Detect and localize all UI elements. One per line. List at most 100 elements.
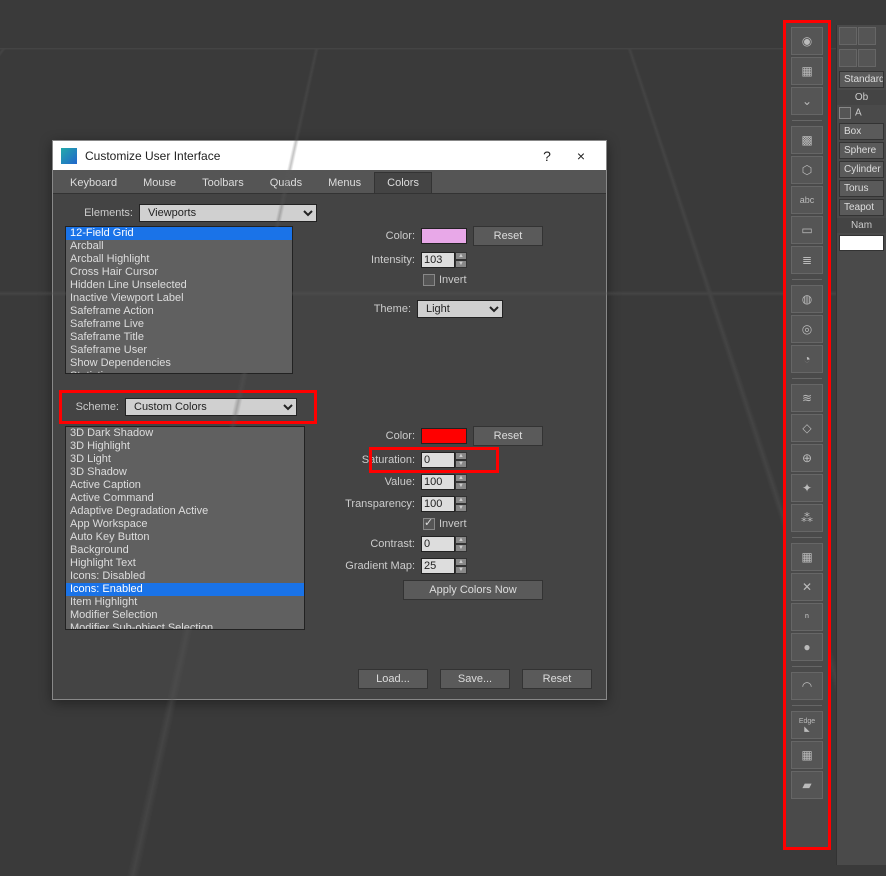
- list-item[interactable]: Adaptive Degradation Active: [66, 505, 304, 518]
- standard-primitives-dropdown[interactable]: Standard Pr: [839, 71, 884, 88]
- scatter-icon[interactable]: ✦: [791, 474, 823, 502]
- list-item[interactable]: Show Dependencies: [66, 357, 292, 370]
- invert-checkbox[interactable]: [423, 274, 435, 286]
- list-settings-icon[interactable]: ≣: [791, 246, 823, 274]
- chevrons-down-icon[interactable]: ⌄: [791, 87, 823, 115]
- ground-icon[interactable]: ▰: [791, 771, 823, 799]
- panel-tab-icon[interactable]: [839, 27, 857, 45]
- list-item[interactable]: 3D Dark Shadow: [66, 427, 304, 440]
- contrast-label: Contrast:: [323, 538, 415, 550]
- abc-text-icon[interactable]: abc: [791, 186, 823, 214]
- name-input[interactable]: [839, 235, 884, 251]
- autogrid-label: A: [855, 108, 862, 119]
- primitive-box-button[interactable]: Box: [839, 123, 884, 140]
- boolean-icon[interactable]: ⊕: [791, 444, 823, 472]
- tab-quads[interactable]: Quads: [257, 172, 315, 193]
- primitive-cylinder-button[interactable]: Cylinder: [839, 161, 884, 178]
- viewport-grid: [0, 0, 886, 48]
- list-item[interactable]: Highlight Text: [66, 557, 304, 570]
- help-button[interactable]: ?: [530, 145, 564, 167]
- invert2-label: Invert: [439, 518, 467, 530]
- sphere-icon[interactable]: ●: [791, 633, 823, 661]
- list-item[interactable]: App Workspace: [66, 518, 304, 531]
- tab-menus[interactable]: Menus: [315, 172, 374, 193]
- arc-icon[interactable]: ◠: [791, 672, 823, 700]
- elements-listbox[interactable]: 12-Field GridArcballArcball HighlightCro…: [65, 226, 293, 374]
- reset-color-button[interactable]: Reset: [473, 226, 543, 246]
- light-rig-icon[interactable]: ◍: [791, 285, 823, 313]
- list-item[interactable]: Background: [66, 544, 304, 557]
- protractor-icon[interactable]: ◔: [791, 345, 823, 373]
- xform-icon[interactable]: ✕: [791, 573, 823, 601]
- panel-tab-icon[interactable]: [858, 27, 876, 45]
- list-item[interactable]: Auto Key Button: [66, 531, 304, 544]
- list-item[interactable]: Safeframe Action: [66, 305, 292, 318]
- gradientmap-label: Gradient Map:: [323, 560, 415, 572]
- snap-vertex-icon[interactable]: ◇: [791, 414, 823, 442]
- tab-keyboard[interactable]: Keyboard: [57, 172, 130, 193]
- color-swatch[interactable]: [421, 228, 467, 244]
- color2-swatch[interactable]: [421, 428, 467, 444]
- array-icon[interactable]: ▦: [791, 543, 823, 571]
- list-item[interactable]: 3D Highlight: [66, 440, 304, 453]
- list-item[interactable]: Inactive Viewport Label: [66, 292, 292, 305]
- save-button[interactable]: Save...: [440, 669, 510, 689]
- panel-tab-icon[interactable]: [858, 49, 876, 67]
- list-item[interactable]: Icons: Disabled: [66, 570, 304, 583]
- tab-toolbars[interactable]: Toolbars: [189, 172, 257, 193]
- list-item[interactable]: Modifier Selection: [66, 609, 304, 622]
- list-item[interactable]: Modifier Sub-object Selection: [66, 622, 304, 630]
- autogrid-checkbox[interactable]: [839, 107, 851, 119]
- value-spinner[interactable]: ▲▼: [421, 474, 467, 490]
- list-item[interactable]: 3D Shadow: [66, 466, 304, 479]
- caption-icon[interactable]: ▭: [791, 216, 823, 244]
- list-item[interactable]: Statistics: [66, 370, 292, 374]
- grid-icon[interactable]: ▦: [791, 741, 823, 769]
- region-select-icon[interactable]: ▦: [791, 57, 823, 85]
- reset-button[interactable]: Reset: [522, 669, 592, 689]
- panel-tab-icon[interactable]: [839, 49, 857, 67]
- primitive-teapot-button[interactable]: Teapot: [839, 199, 884, 216]
- invert2-checkbox[interactable]: [423, 518, 435, 530]
- list-item[interactable]: Arcball Highlight: [66, 253, 292, 266]
- aperture-icon[interactable]: ◉: [791, 27, 823, 55]
- scheme-dropdown[interactable]: Custom Colors: [125, 398, 297, 416]
- particles-icon[interactable]: ⁂: [791, 504, 823, 532]
- wireframe-icon[interactable]: ⬡: [791, 156, 823, 184]
- theme-dropdown[interactable]: Light: [417, 300, 503, 318]
- intensity-spinner[interactable]: ▲▼: [421, 252, 467, 268]
- transparency-spinner[interactable]: ▲▼: [421, 496, 467, 512]
- numeric-icon[interactable]: ⁿ: [791, 603, 823, 631]
- deform-icon[interactable]: ≋: [791, 384, 823, 412]
- contrast-spinner[interactable]: ▲▼: [421, 536, 467, 552]
- scheme-listbox[interactable]: 3D Dark Shadow3D Highlight3D Light3D Sha…: [65, 426, 305, 630]
- list-item[interactable]: Item Highlight: [66, 596, 304, 609]
- elements-dropdown[interactable]: Viewports: [139, 204, 317, 222]
- list-item[interactable]: 12-Field Grid: [66, 227, 292, 240]
- list-item[interactable]: Cross Hair Cursor: [66, 266, 292, 279]
- list-item[interactable]: 3D Light: [66, 453, 304, 466]
- primitive-torus-button[interactable]: Torus: [839, 180, 884, 197]
- texture-icon[interactable]: ▩: [791, 126, 823, 154]
- gradientmap-spinner[interactable]: ▲▼: [421, 558, 467, 574]
- edge-icon[interactable]: Edge◣: [791, 711, 823, 739]
- list-item[interactable]: Icons: Enabled: [66, 583, 304, 596]
- primitive-sphere-button[interactable]: Sphere: [839, 142, 884, 159]
- light-pair-icon[interactable]: ◎: [791, 315, 823, 343]
- list-item[interactable]: Safeframe User: [66, 344, 292, 357]
- list-item[interactable]: Safeframe Title: [66, 331, 292, 344]
- close-button[interactable]: ×: [564, 145, 598, 167]
- list-item[interactable]: Active Caption: [66, 479, 304, 492]
- reset-color2-button[interactable]: Reset: [473, 426, 543, 446]
- apply-colors-button[interactable]: Apply Colors Now: [403, 580, 543, 600]
- edge-label: Edge: [799, 718, 815, 725]
- tab-mouse[interactable]: Mouse: [130, 172, 189, 193]
- list-item[interactable]: Arcball: [66, 240, 292, 253]
- list-item[interactable]: Active Command: [66, 492, 304, 505]
- elements-label: Elements:: [65, 207, 139, 219]
- saturation-spinner[interactable]: ▲▼: [421, 452, 467, 468]
- list-item[interactable]: Hidden Line Unselected: [66, 279, 292, 292]
- list-item[interactable]: Safeframe Live: [66, 318, 292, 331]
- tab-colors[interactable]: Colors: [374, 172, 432, 193]
- load-button[interactable]: Load...: [358, 669, 428, 689]
